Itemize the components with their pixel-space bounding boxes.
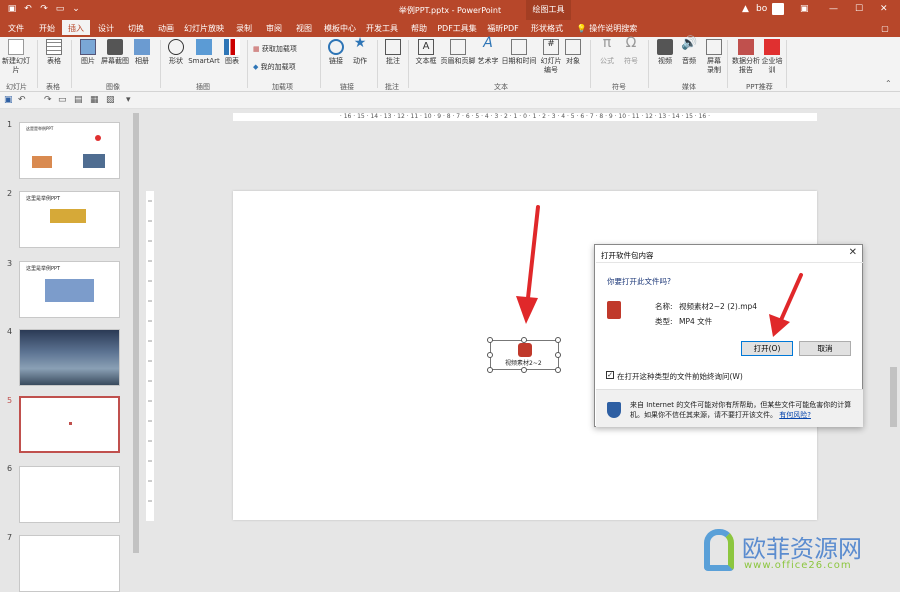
watermark-url: www.office26.com <box>744 560 852 571</box>
arrowhead-open <box>769 314 790 337</box>
arrowhead-media <box>516 296 538 324</box>
arrow-to-open-button <box>779 273 803 322</box>
watermark-logo-icon <box>704 529 734 571</box>
annotation-arrows <box>516 205 803 337</box>
watermark: 欧菲资源网 www.office26.com <box>700 525 900 581</box>
arrow-to-media <box>525 205 540 309</box>
watermark-text: 欧菲资源网 <box>742 535 862 563</box>
